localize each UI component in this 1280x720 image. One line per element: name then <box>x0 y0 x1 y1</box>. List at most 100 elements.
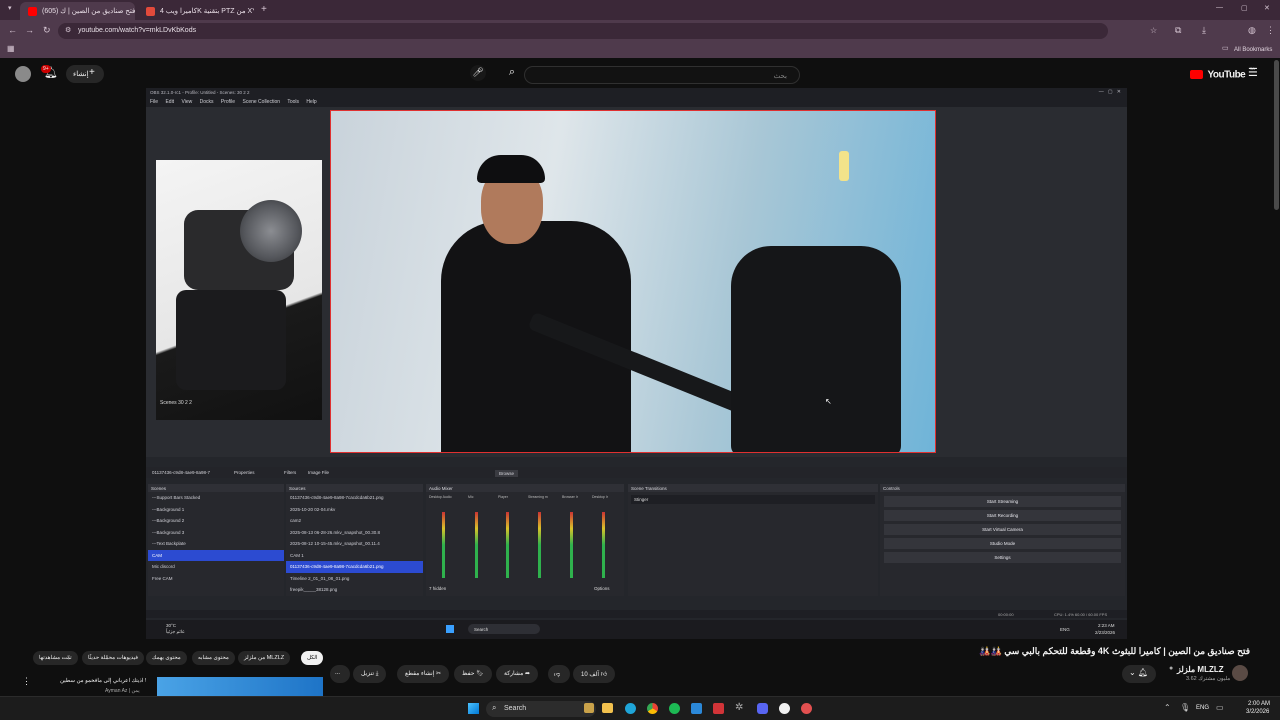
discord-icon[interactable] <box>757 703 768 714</box>
start-recording-button: Start Recording <box>884 510 1121 521</box>
apps-grid-icon[interactable]: ▦ <box>7 44 15 53</box>
guide-menu-icon[interactable]: ☰ <box>1248 66 1258 79</box>
volume-meter <box>442 512 445 578</box>
spotify-icon[interactable] <box>669 703 680 714</box>
suggested-thumbnail[interactable] <box>157 677 323 696</box>
source-item: 2025-08-13 06-28-26.mkv_snapshot_00.30.8 <box>290 529 381 535</box>
chip-watched[interactable]: تمّت مشاهدتها <box>33 651 78 665</box>
close-window-icon[interactable]: ✕ <box>1264 4 1270 12</box>
youtube-favicon-icon <box>28 6 37 16</box>
more-actions-button[interactable]: ... <box>330 665 350 683</box>
scenes-title: Scenes <box>151 485 167 491</box>
file-explorer-icon[interactable] <box>602 703 613 713</box>
person-cap-shape <box>477 155 545 183</box>
minimize-window-icon[interactable]: — <box>1216 4 1223 11</box>
transition-select: Stinger <box>631 495 875 504</box>
store-icon[interactable] <box>691 703 702 714</box>
all-bookmarks-link[interactable]: All Bookmarks <box>1234 47 1272 53</box>
scenes-dock-header: Scenes <box>148 484 284 492</box>
gaming-chair-shape <box>731 246 901 452</box>
suggested-title[interactable]: اذيتك اعرباني إلى مافخمو من سطين ! <box>60 678 146 684</box>
chip-related[interactable]: محتوى مشابه <box>192 651 235 665</box>
taskbar-search-box[interactable]: ⌕ Search <box>486 701 596 717</box>
calendar-icon[interactable] <box>713 703 724 714</box>
lamp-light-shape <box>839 151 849 181</box>
channel-name[interactable]: ملزلز MLZLZ <box>1177 665 1224 674</box>
search-button[interactable]: ⌕ <box>502 66 522 84</box>
scene-item: ---Text Backplate <box>152 541 186 546</box>
downloads-icon[interactable]: ⤓ <box>1202 25 1206 36</box>
tray-chevron-icon[interactable]: ⌃ <box>1164 703 1171 712</box>
plus-icon: + <box>89 67 95 78</box>
voice-search-button[interactable]: 🎤︎ <box>470 65 486 81</box>
save-button[interactable]: حفظ 🔖︎ <box>454 665 492 683</box>
recording-app-icon[interactable] <box>801 703 812 714</box>
url-field[interactable]: ⚙ youtube.com/watch?v=mkLDvKbKods ☆ <box>58 23 1157 39</box>
youtube-logo[interactable]: YouTube SA <box>1190 66 1255 84</box>
obs-window-title: OBS 32.1.0-rc1 - Profile: Untitled - Sce… <box>146 88 1127 97</box>
download-button[interactable]: تنزيل ⤓ <box>353 665 387 683</box>
search-input[interactable]: بحث <box>524 66 800 84</box>
transition-value: Stinger <box>634 497 649 502</box>
obs-menu-bar: File Edit View Docks Profile Scene Colle… <box>146 97 1127 107</box>
task-view-icon[interactable] <box>584 703 594 713</box>
create-button[interactable]: إنشاء + <box>66 65 104 83</box>
chip-all[interactable]: الكل <box>301 651 324 665</box>
camera-feed-frame: ↖ <box>330 110 936 453</box>
audio-channel-label: Desktop Audio <box>429 495 452 499</box>
clip-button[interactable]: إنشاء مقطع ✂ <box>397 665 450 683</box>
start-virtual-camera-button: Start Virtual Camera <box>884 524 1121 535</box>
page-scrollbar[interactable] <box>1274 60 1279 210</box>
chip-from-channel[interactable]: من ملزلز MLZLZ <box>238 651 291 665</box>
chip-recently-uploaded[interactable]: فيديوهات محمّلة حديثًا <box>82 651 144 665</box>
site-info-icon[interactable]: ⚙ <box>65 26 71 34</box>
reload-icon[interactable]: ↻ <box>43 25 51 36</box>
obs-menu-item: Edit <box>165 99 175 105</box>
audio-channel-label: Streaming m <box>528 495 548 499</box>
network-tray-icon[interactable]: ▭ <box>1216 703 1224 712</box>
controls-header: Controls <box>880 484 1125 492</box>
tab-youtube-video[interactable]: (605) فتح صناديق من الصين | ك ✕ <box>20 2 135 20</box>
thumb-scene-label: Scenes 30 2 2 <box>160 400 192 406</box>
tab-list-icon[interactable]: ▾ <box>8 4 12 12</box>
back-icon[interactable]: ← <box>8 25 17 35</box>
new-tab-icon[interactable]: + <box>261 4 267 15</box>
obs-icon[interactable] <box>779 703 790 714</box>
channel-avatar[interactable] <box>1232 665 1248 681</box>
subscribe-bell-button[interactable]: ⌄ 🔔︎ <box>1122 665 1156 683</box>
start-button-icon[interactable] <box>468 703 479 714</box>
inner-time: 2:23 AM <box>1098 623 1115 628</box>
share-button[interactable]: مشاركة ➦ <box>496 665 539 683</box>
obs-menu-item: Profile <box>220 99 236 105</box>
bookmark-star-icon[interactable]: ☆ <box>1150 26 1157 35</box>
save-label: حفظ <box>462 671 475 677</box>
dislike-button[interactable]: 👎︎ <box>548 665 570 683</box>
controls-title: Controls <box>883 485 900 491</box>
profile-icon[interactable]: ◍ <box>1248 25 1256 36</box>
tab-product-page[interactable]: كاميرا ويب 4K بتقنية PTZ من XY ✕ <box>138 2 254 20</box>
taskbar-lang[interactable]: ENG <box>1196 705 1209 711</box>
settings-gear-icon[interactable]: ✲ <box>735 702 743 713</box>
video-player[interactable]: OBS 32.1.0-rc1 - Profile: Untitled - Sce… <box>146 88 1127 639</box>
menu-kebab-icon[interactable]: ⋮ <box>1266 25 1275 36</box>
scene-item: ---Background 1 <box>152 506 185 512</box>
chip-for-you[interactable]: محتوى يهمك <box>146 651 187 665</box>
suggested-more-icon[interactable]: ⋮ <box>22 676 31 687</box>
chrome-browser-icon[interactable] <box>647 703 658 714</box>
mic-tray-icon[interactable]: 🎙︎ <box>1180 703 1190 712</box>
taskbar-search-label: Search <box>504 705 527 712</box>
status-time: 00:00:00 <box>998 612 1014 617</box>
person-hoodie-shape <box>441 221 631 452</box>
forward-icon[interactable]: → <box>25 25 34 35</box>
edge-browser-icon[interactable] <box>625 703 636 714</box>
maximize-window-icon[interactable]: ▢ <box>1241 4 1248 12</box>
tab-label: كاميرا ويب 4K بتقنية PTZ من XY <box>160 8 254 15</box>
taskbar-time[interactable]: 2:00 AM <box>1248 701 1270 707</box>
inner-weather-desc: غائم جزئياً <box>166 629 185 634</box>
like-button[interactable]: 10 آلف 👍︎ <box>573 665 616 683</box>
inner-start-icon <box>446 625 454 633</box>
inner-search-label: Search <box>474 626 489 632</box>
avatar[interactable] <box>15 66 31 82</box>
extensions-icon[interactable]: ⧉ <box>1175 25 1181 36</box>
taskbar-date[interactable]: 3/2/2026 <box>1246 709 1269 715</box>
